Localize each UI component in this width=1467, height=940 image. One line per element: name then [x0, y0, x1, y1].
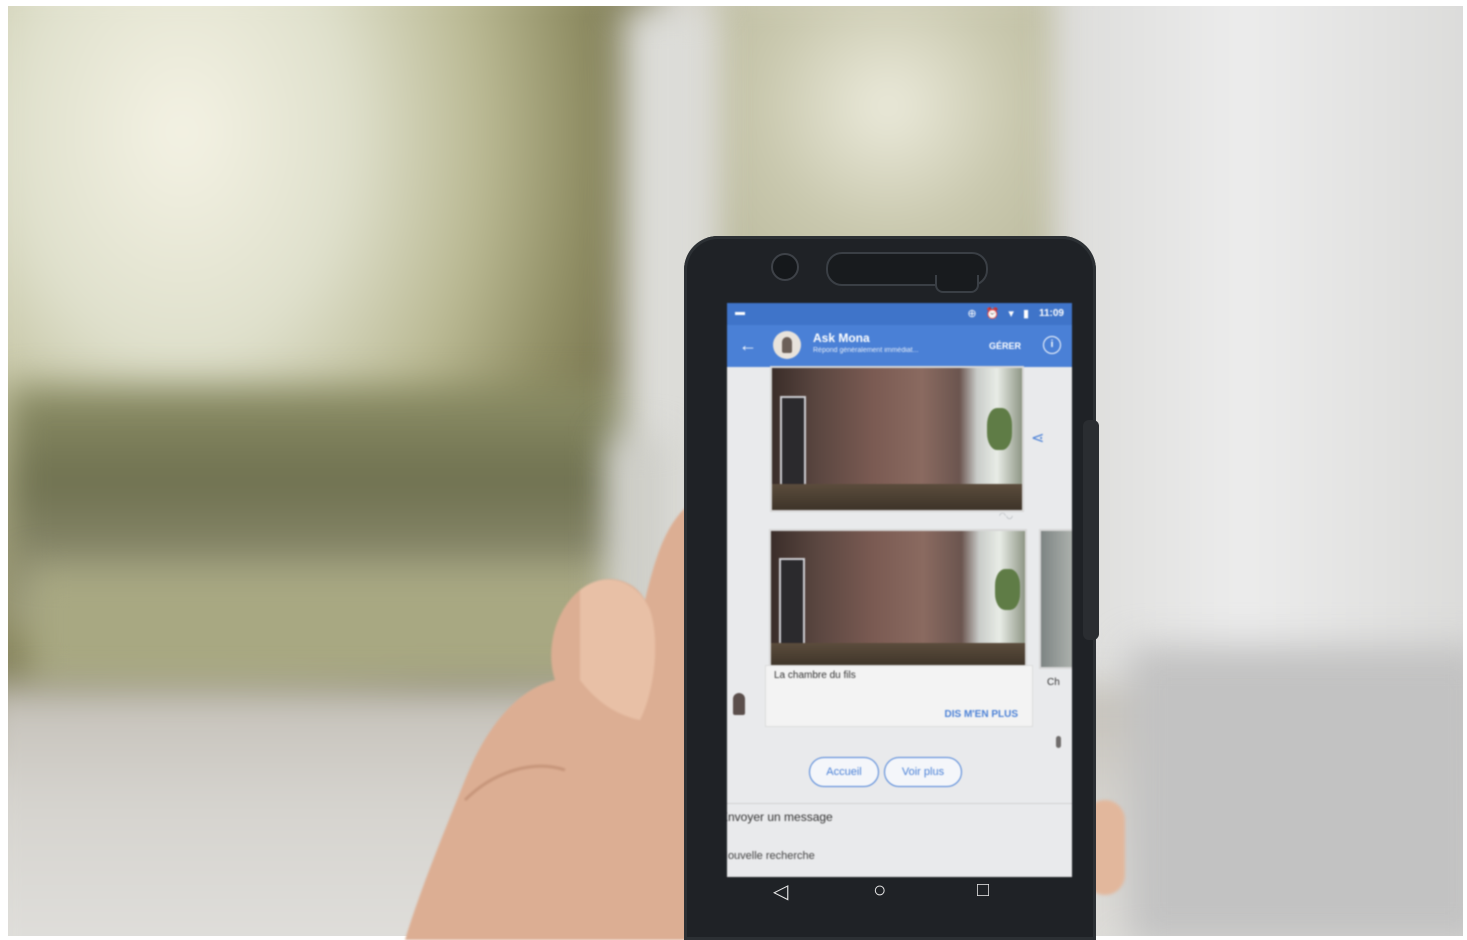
bot-avatar — [733, 693, 745, 715]
arrow-left-icon[interactable]: ← — [739, 335, 757, 356]
app-bar: ← Ask Mona Répond généralement immédiat.… — [727, 325, 1072, 367]
tell-me-more-button[interactable]: DIS M'EN PLUS — [945, 709, 1019, 720]
card-caption: La chambre du fils — [774, 670, 856, 681]
navigation-bar: ◁ ○ □ — [727, 877, 1072, 927]
bot-avatar-small — [1056, 736, 1061, 748]
chat-subtitle: Répond généralement immédiat... — [813, 347, 919, 354]
info-icon[interactable]: i — [1043, 336, 1061, 354]
message-input[interactable]: Envoyer un message — [727, 810, 833, 824]
avatar[interactable] — [773, 331, 801, 359]
speaker-notch — [935, 275, 979, 293]
table — [1128, 646, 1463, 936]
notification-icon: ▬ — [735, 307, 745, 318]
chat-title: Ask Mona — [813, 331, 870, 345]
room-floor — [772, 484, 1022, 510]
quick-reply-home[interactable]: Accueil — [809, 757, 879, 787]
home-nav-icon[interactable]: ○ — [873, 877, 886, 903]
room-photo-3[interactable] — [1039, 529, 1072, 669]
photo: ▬ ⊕ ⏰ ▾ ▮ 11:09 ← Ask Mona Répond généra… — [0, 0, 1467, 940]
search-suggestion[interactable]: Nouvelle recherche — [727, 850, 815, 862]
doorway — [779, 396, 806, 489]
seen-icon: ◠◡ — [999, 511, 1013, 520]
room-photo-1[interactable] — [770, 366, 1024, 512]
front-camera — [771, 253, 799, 281]
doorway — [778, 558, 806, 647]
phone-screen: ▬ ⊕ ⏰ ▾ ▮ 11:09 ← Ask Mona Répond généra… — [727, 303, 1072, 877]
tree-through-window — [987, 407, 1012, 451]
room-floor — [771, 642, 1025, 667]
manage-button[interactable]: GÉRER — [989, 341, 1021, 351]
quick-reply-see-more[interactable]: Voir plus — [884, 757, 962, 787]
tree-through-window — [994, 569, 1020, 610]
room-photo-2[interactable] — [769, 529, 1027, 669]
recents-nav-icon[interactable]: □ — [977, 879, 989, 902]
next-card-caption: Ch — [1047, 677, 1060, 688]
status-bar: ▬ ⊕ ⏰ ▾ ▮ 11:09 — [727, 303, 1072, 325]
status-icons: ⊕ ⏰ ▾ ▮ — [967, 308, 1032, 320]
clock: 11:09 — [1038, 308, 1064, 319]
divider — [727, 803, 1072, 804]
card-body: La chambre du fils DIS M'EN PLUS — [765, 665, 1033, 727]
phone-side-buttons — [1083, 420, 1099, 640]
back-nav-icon[interactable]: ◁ — [773, 879, 788, 904]
share-icon[interactable]: ⋖ — [1031, 428, 1044, 448]
